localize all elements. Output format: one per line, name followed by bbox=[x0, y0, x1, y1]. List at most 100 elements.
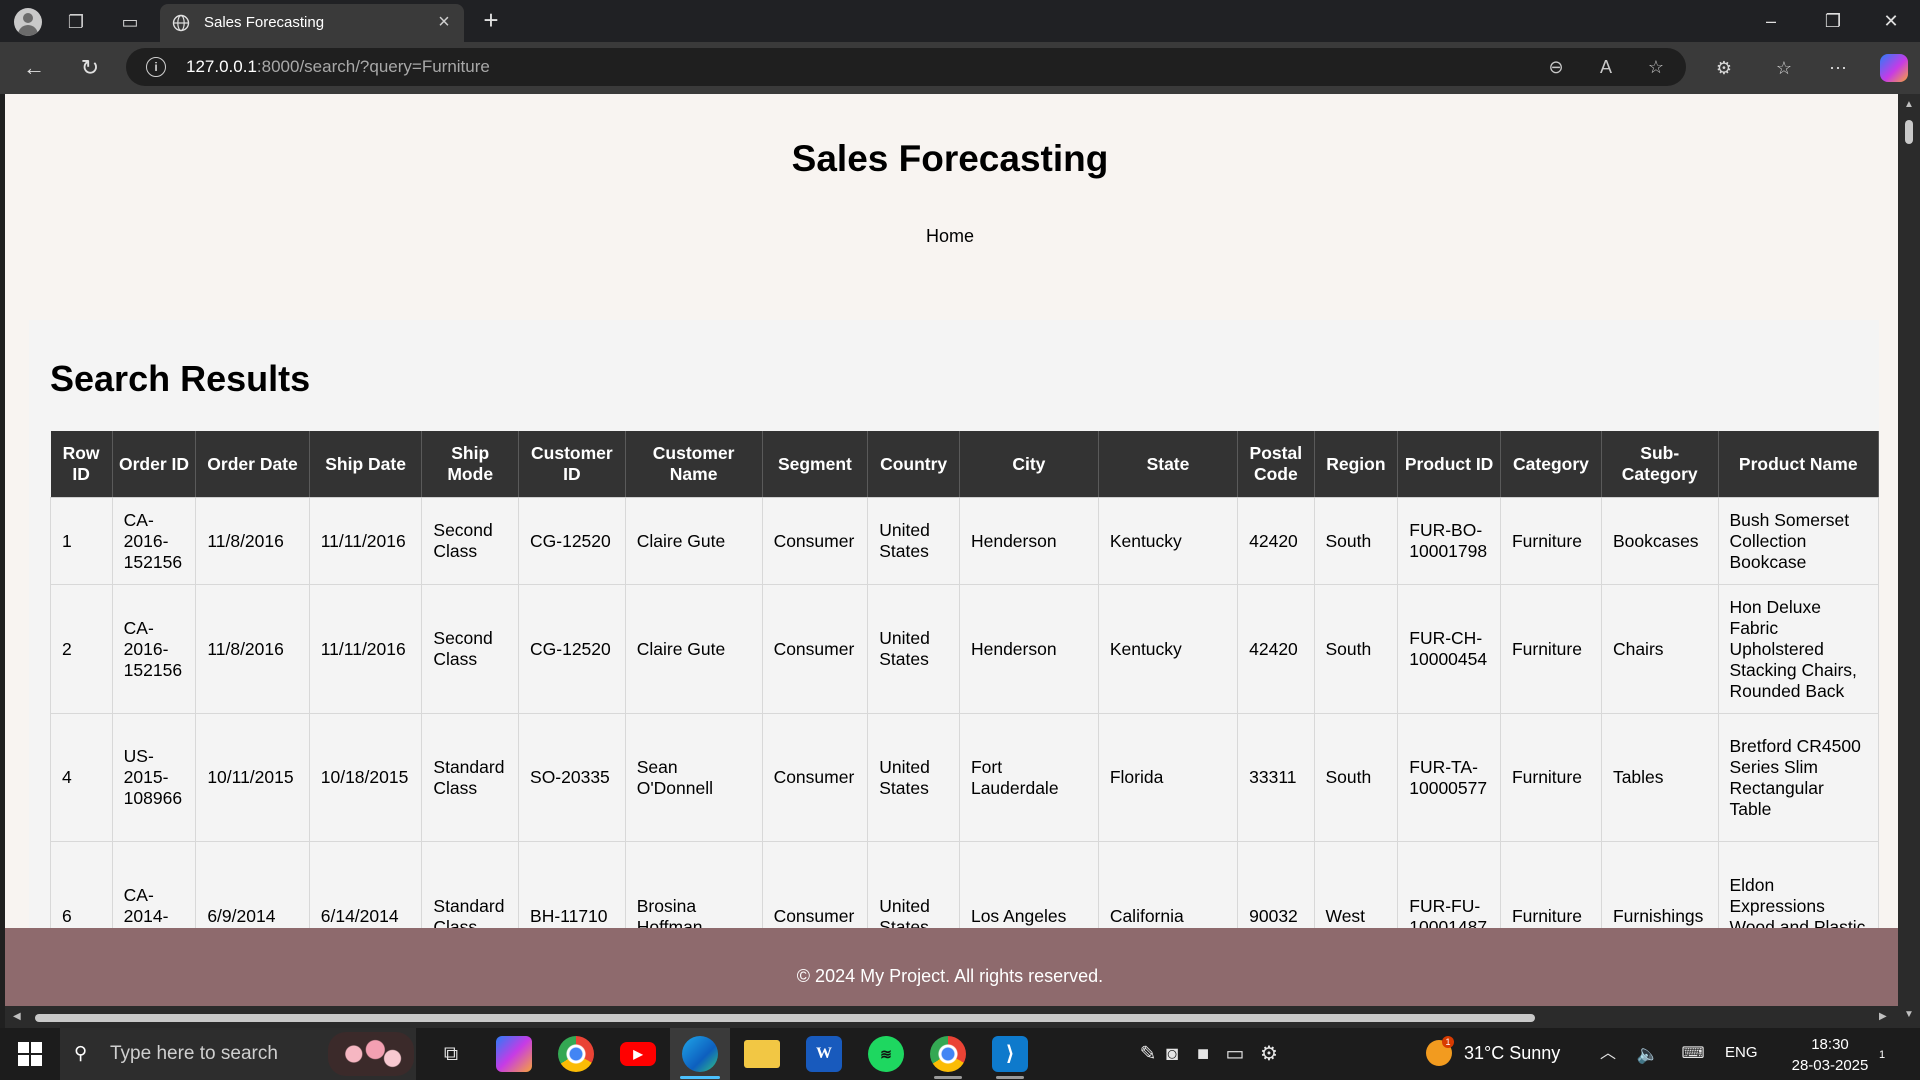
table-cell: 10/11/2015 bbox=[195, 713, 310, 842]
table-cell: CG-12520 bbox=[518, 584, 626, 714]
column-header[interactable]: Order ID bbox=[112, 431, 197, 498]
new-tab-button[interactable]: + bbox=[476, 6, 506, 36]
table-cell: 42420 bbox=[1237, 584, 1315, 714]
volume-icon[interactable]: 🔈 bbox=[1634, 1040, 1662, 1068]
column-header[interactable]: State bbox=[1098, 431, 1239, 498]
weather-text[interactable]: 31°C Sunny bbox=[1464, 1043, 1560, 1064]
search-icon: ⚲ bbox=[74, 1043, 88, 1063]
horizontal-scrollbar[interactable]: ◀ ▶ bbox=[5, 1006, 1898, 1028]
screen-snip-icon[interactable]: ✎ bbox=[1136, 1040, 1160, 1068]
scroll-left-icon[interactable]: ◀ bbox=[13, 1012, 21, 1022]
table-cell: United States bbox=[867, 584, 960, 714]
table-cell: Henderson bbox=[958, 497, 1099, 585]
refresh-icon[interactable]: ↻ bbox=[74, 52, 106, 84]
table-cell: Kentucky bbox=[1097, 497, 1239, 585]
table-cell: South bbox=[1313, 497, 1399, 585]
chevron-up-icon[interactable]: ︿ bbox=[1596, 1040, 1620, 1068]
close-tab-icon[interactable]: × bbox=[432, 10, 456, 34]
windows-taskbar: ⚲ Type here to search ⧉ ▶ W ≋ ⟩ ✎ ◙ ■ ▭ … bbox=[0, 1028, 1920, 1080]
minimize-icon[interactable]: – bbox=[1748, 6, 1794, 36]
site-info-icon[interactable]: i bbox=[146, 57, 166, 77]
camera-icon[interactable]: ◙ bbox=[1160, 1040, 1184, 1068]
vscode-icon[interactable]: ⟩ bbox=[992, 1036, 1028, 1072]
column-header[interactable]: Region bbox=[1314, 431, 1399, 498]
notification-icon[interactable]: 1 bbox=[1870, 1040, 1894, 1064]
extensions-icon[interactable]: ⚙ bbox=[1708, 52, 1740, 84]
zoom-out-icon[interactable]: ⊖ bbox=[1544, 55, 1568, 79]
table-row: 2 CA-2016-152156 11/8/2016 11/11/2016 Se… bbox=[50, 584, 1879, 714]
favorites-icon[interactable]: ☆ bbox=[1768, 52, 1800, 84]
tab-title: Sales Forecasting bbox=[204, 14, 325, 31]
table-cell: Claire Gute bbox=[624, 497, 763, 585]
notification-count: 1 bbox=[1878, 1049, 1886, 1061]
address-bar[interactable]: i 127.0.0.1:8000/search/?query=Furniture… bbox=[126, 48, 1686, 86]
language-indicator[interactable]: ENG bbox=[1725, 1044, 1758, 1061]
globe-icon bbox=[172, 14, 190, 32]
table-cell: US-2015-108966 bbox=[111, 713, 197, 842]
column-header[interactable]: Segment bbox=[762, 431, 869, 498]
column-header[interactable]: Customer Name bbox=[625, 431, 763, 498]
settings-gear-icon[interactable]: ⚙ bbox=[1256, 1040, 1282, 1068]
workspaces-icon[interactable]: ❐ bbox=[62, 8, 90, 36]
column-header[interactable]: Row ID bbox=[50, 431, 113, 498]
table-cell: 4 bbox=[50, 713, 113, 842]
video-icon[interactable]: ■ bbox=[1190, 1040, 1216, 1068]
column-header[interactable]: Ship Date bbox=[309, 431, 423, 498]
column-header[interactable]: Sub-Category bbox=[1601, 431, 1719, 498]
table-cell: Standard Class bbox=[421, 713, 520, 842]
back-arrow-icon[interactable]: ← bbox=[18, 52, 50, 84]
table-cell: 1 bbox=[50, 497, 113, 585]
column-header[interactable]: Order Date bbox=[195, 431, 310, 498]
edge-icon[interactable] bbox=[682, 1036, 718, 1072]
scroll-down-icon[interactable]: ▼ bbox=[1904, 1010, 1914, 1020]
copilot-app-icon[interactable] bbox=[496, 1036, 532, 1072]
file-explorer-icon[interactable] bbox=[744, 1040, 780, 1068]
favorite-star-icon[interactable]: ☆ bbox=[1644, 55, 1668, 79]
url-text[interactable]: 127.0.0.1:8000/search/?query=Furniture bbox=[186, 57, 490, 77]
keyboard-icon[interactable]: ⌨ bbox=[1676, 1040, 1710, 1068]
table-header-row: Row ID Order ID Order Date Ship Date Shi… bbox=[50, 431, 1879, 498]
spotify-icon[interactable]: ≋ bbox=[868, 1036, 904, 1072]
table-cell: Furniture bbox=[1499, 713, 1602, 842]
column-header[interactable]: Category bbox=[1500, 431, 1602, 498]
weather-alert-badge: 1 bbox=[1442, 1036, 1454, 1048]
search-highlight-image bbox=[328, 1032, 414, 1076]
taskbar-search[interactable]: ⚲ Type here to search bbox=[60, 1028, 416, 1080]
horizontal-scroll-thumb[interactable] bbox=[35, 1014, 1535, 1022]
scroll-up-icon[interactable]: ▲ bbox=[1904, 100, 1914, 110]
system-clock[interactable]: 18:30 28-03-2025 bbox=[1782, 1034, 1878, 1076]
table-cell: CG-12520 bbox=[518, 497, 626, 585]
table-cell: Claire Gute bbox=[624, 584, 763, 714]
column-header[interactable]: Country bbox=[867, 431, 960, 498]
page-viewport: Sales Forecasting Home Search Results Ro… bbox=[5, 94, 1898, 1028]
tab-actions-icon[interactable]: ▭ bbox=[116, 8, 144, 36]
word-icon[interactable]: W bbox=[806, 1036, 842, 1072]
footer-copyright: © 2024 My Project. All rights reserved. bbox=[796, 966, 1104, 986]
column-header[interactable]: City bbox=[959, 431, 1099, 498]
running-app-indicator bbox=[934, 1076, 962, 1079]
tab-sales-forecasting[interactable]: Sales Forecasting × bbox=[160, 4, 464, 42]
close-window-icon[interactable]: ✕ bbox=[1868, 6, 1914, 36]
column-header[interactable]: Customer ID bbox=[518, 431, 626, 498]
vertical-scrollbar[interactable]: ▲ ▼ bbox=[1898, 94, 1920, 1028]
chrome-icon-2[interactable] bbox=[930, 1036, 966, 1072]
table-cell: SO-20335 bbox=[518, 713, 626, 842]
more-menu-icon[interactable]: ⋯ bbox=[1822, 52, 1854, 84]
task-view-icon[interactable]: ⧉ bbox=[436, 1040, 466, 1068]
column-header[interactable]: Postal Code bbox=[1237, 431, 1315, 498]
windows-start-icon[interactable] bbox=[18, 1042, 42, 1066]
vertical-scroll-thumb[interactable] bbox=[1905, 120, 1913, 144]
copilot-icon[interactable] bbox=[1880, 54, 1908, 82]
home-link[interactable]: Home bbox=[5, 226, 1895, 247]
column-header[interactable]: Product Name bbox=[1718, 431, 1879, 498]
column-header[interactable]: Product ID bbox=[1397, 431, 1501, 498]
chrome-icon[interactable] bbox=[558, 1036, 594, 1072]
profile-avatar[interactable] bbox=[14, 8, 42, 36]
read-aloud-icon[interactable]: A bbox=[1594, 55, 1618, 79]
restore-icon[interactable]: ❐ bbox=[1810, 6, 1856, 36]
youtube-icon[interactable]: ▶ bbox=[620, 1042, 656, 1066]
scroll-right-icon[interactable]: ▶ bbox=[1879, 1012, 1887, 1022]
taskbar-search-placeholder: Type here to search bbox=[110, 1043, 278, 1064]
column-header[interactable]: Ship Mode bbox=[421, 431, 520, 498]
clipboard-icon[interactable]: ▭ bbox=[1222, 1040, 1248, 1068]
